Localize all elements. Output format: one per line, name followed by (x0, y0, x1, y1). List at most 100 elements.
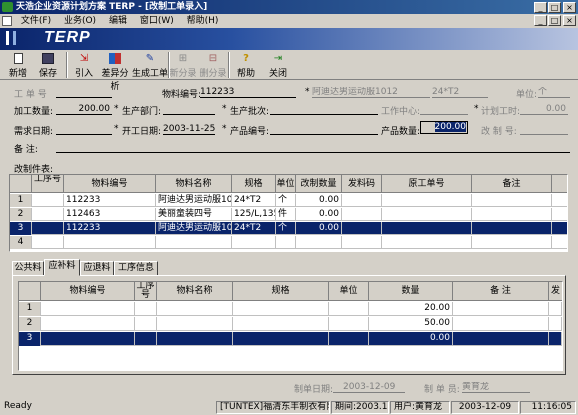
cell-spec[interactable] (232, 236, 276, 249)
cell-name[interactable] (156, 236, 232, 249)
new-entry-button[interactable]: ⊞ 新分录 (168, 52, 198, 79)
col-header-change-qty[interactable]: 改制数量 (296, 175, 342, 193)
col-header-spec[interactable]: 规格 (232, 175, 276, 193)
cell-seq[interactable] (135, 332, 157, 346)
help-button[interactable]: ? 帮助 (232, 52, 260, 79)
dept-field[interactable] (163, 104, 215, 115)
cell-seq[interactable] (135, 302, 157, 316)
table-row[interactable]: 1 112233阿迪达男运动服101224*T2个0.00 (10, 194, 567, 207)
table-row[interactable]: 1 20.00 (19, 302, 562, 316)
cell-name[interactable]: 美丽童装四号 (156, 208, 232, 221)
cell-name[interactable] (157, 302, 233, 316)
cell-seq[interactable] (32, 194, 64, 207)
cell-orig[interactable] (382, 194, 472, 207)
save-button[interactable]: 保存 (34, 52, 62, 79)
cell-code[interactable]: 112233 (64, 222, 156, 235)
cell-qty[interactable]: 0.00 (369, 332, 453, 346)
cell-qty[interactable]: 0.00 (296, 208, 342, 221)
cell-spec[interactable] (233, 302, 329, 316)
close-window-button[interactable]: × (563, 2, 576, 13)
cell-spec[interactable] (233, 332, 329, 346)
cell-seq[interactable] (32, 208, 64, 221)
close-button[interactable]: ⇥ 关闭 (264, 52, 292, 79)
col-header-item-code[interactable]: 物料编号 (41, 282, 135, 301)
cell-qty[interactable]: 0.00 (296, 194, 342, 207)
cell-unit[interactable]: 个 (276, 194, 296, 207)
cell-orig[interactable] (382, 222, 472, 235)
cell-issue[interactable] (549, 302, 562, 316)
col-header-spec[interactable]: 规格 (233, 282, 329, 301)
cell-name[interactable] (157, 332, 233, 346)
col-header-issue-code[interactable]: 发料码 (342, 175, 382, 193)
col-header-issue[interactable]: 发 (549, 282, 562, 301)
col-header-unit[interactable]: 单位 (276, 175, 296, 193)
cell-unit[interactable]: 件 (276, 208, 296, 221)
cell-seq[interactable] (32, 222, 64, 235)
item-code-field[interactable]: 112233 (200, 87, 296, 98)
table-row[interactable]: 2 50.00 (19, 317, 562, 331)
cell-issue[interactable] (549, 332, 562, 346)
diff-analysis-button[interactable]: 差异分析 (98, 52, 132, 92)
col-header-item-name[interactable]: 物料名称 (156, 175, 232, 193)
cell-qty[interactable]: 50.00 (369, 317, 453, 331)
cell-name[interactable] (157, 317, 233, 331)
table-row[interactable]: 4 (10, 236, 567, 249)
qty-field[interactable]: 200.00 (56, 104, 112, 115)
cell-spec[interactable]: 24*T2 (232, 222, 276, 235)
menu-help[interactable]: 帮助(H) (187, 16, 219, 26)
cell-spec[interactable] (233, 317, 329, 331)
col-header-item-name[interactable]: 物料名称 (157, 282, 233, 301)
cell-code[interactable] (64, 236, 156, 249)
col-header-seq[interactable]: 工序号 (32, 175, 64, 193)
cell-note[interactable] (472, 236, 552, 249)
cell-qty[interactable]: 20.00 (369, 302, 453, 316)
cell-issue[interactable] (342, 208, 382, 221)
cell-remark[interactable] (453, 302, 549, 316)
col-header-remark[interactable]: 备 注 (453, 282, 549, 301)
document-icon[interactable] (2, 16, 12, 26)
col-header-seq[interactable]: 工序号 (135, 282, 157, 301)
start-date-field[interactable]: 2003-11-25 (163, 124, 215, 135)
cell-remark[interactable] (453, 317, 549, 331)
col-header-unit[interactable]: 单位 (329, 282, 369, 301)
cell-unit[interactable] (329, 317, 369, 331)
order-no-field[interactable] (56, 87, 112, 98)
app-icon[interactable] (2, 2, 13, 12)
col-header-qty[interactable]: 数量 (369, 282, 453, 301)
col-header-orig-order[interactable]: 原工单号 (382, 175, 472, 193)
tab-return-material[interactable]: 应退料 (80, 261, 114, 276)
cell-seq[interactable] (32, 236, 64, 249)
cell-spec[interactable]: 125/L,135/ (232, 208, 276, 221)
cell-issue[interactable] (342, 236, 382, 249)
cell-spec[interactable]: 24*T2 (232, 194, 276, 207)
table-row[interactable]: 3 112233阿迪达男运动服101224*T2个0.00 (10, 222, 567, 235)
cell-issue[interactable] (342, 222, 382, 235)
minimize-button[interactable]: _ (534, 2, 547, 13)
table-row[interactable]: 2 112463美丽童装四号125/L,135/件0.00 (10, 208, 567, 221)
product-qty-field[interactable]: 200.00 (420, 121, 468, 134)
cell-code[interactable]: 112463 (64, 208, 156, 221)
menu-window[interactable]: 窗口(W) (140, 16, 174, 26)
mdi-restore-button[interactable]: □ (548, 15, 561, 26)
new-button[interactable]: 新增 (4, 52, 32, 79)
product-code-field[interactable] (270, 124, 378, 135)
menu-edit[interactable]: 编辑 (109, 16, 127, 26)
cell-code[interactable]: 112233 (64, 194, 156, 207)
remark-field[interactable] (56, 142, 570, 153)
cell-unit[interactable]: 个 (276, 222, 296, 235)
detail-grid[interactable]: 工序号 物料编号 物料名称 规格 单位 改制数量 发料码 原工单号 备注 1 11… (9, 174, 568, 252)
cell-issue[interactable] (549, 317, 562, 331)
tab-process-info[interactable]: 工序信息 (114, 261, 158, 276)
cell-seq[interactable] (135, 317, 157, 331)
col-header-note[interactable]: 备注 (472, 175, 552, 193)
cell-unit[interactable] (329, 332, 369, 346)
cell-note[interactable] (472, 194, 552, 207)
cell-note[interactable] (472, 222, 552, 235)
cell-remark[interactable] (453, 332, 549, 346)
cell-name[interactable]: 阿迪达男运动服1012 (156, 222, 232, 235)
cell-name[interactable]: 阿迪达男运动服1012 (156, 194, 232, 207)
cell-code[interactable] (41, 302, 135, 316)
cell-qty[interactable] (296, 236, 342, 249)
batch-field[interactable] (270, 104, 378, 115)
cell-unit[interactable] (276, 236, 296, 249)
